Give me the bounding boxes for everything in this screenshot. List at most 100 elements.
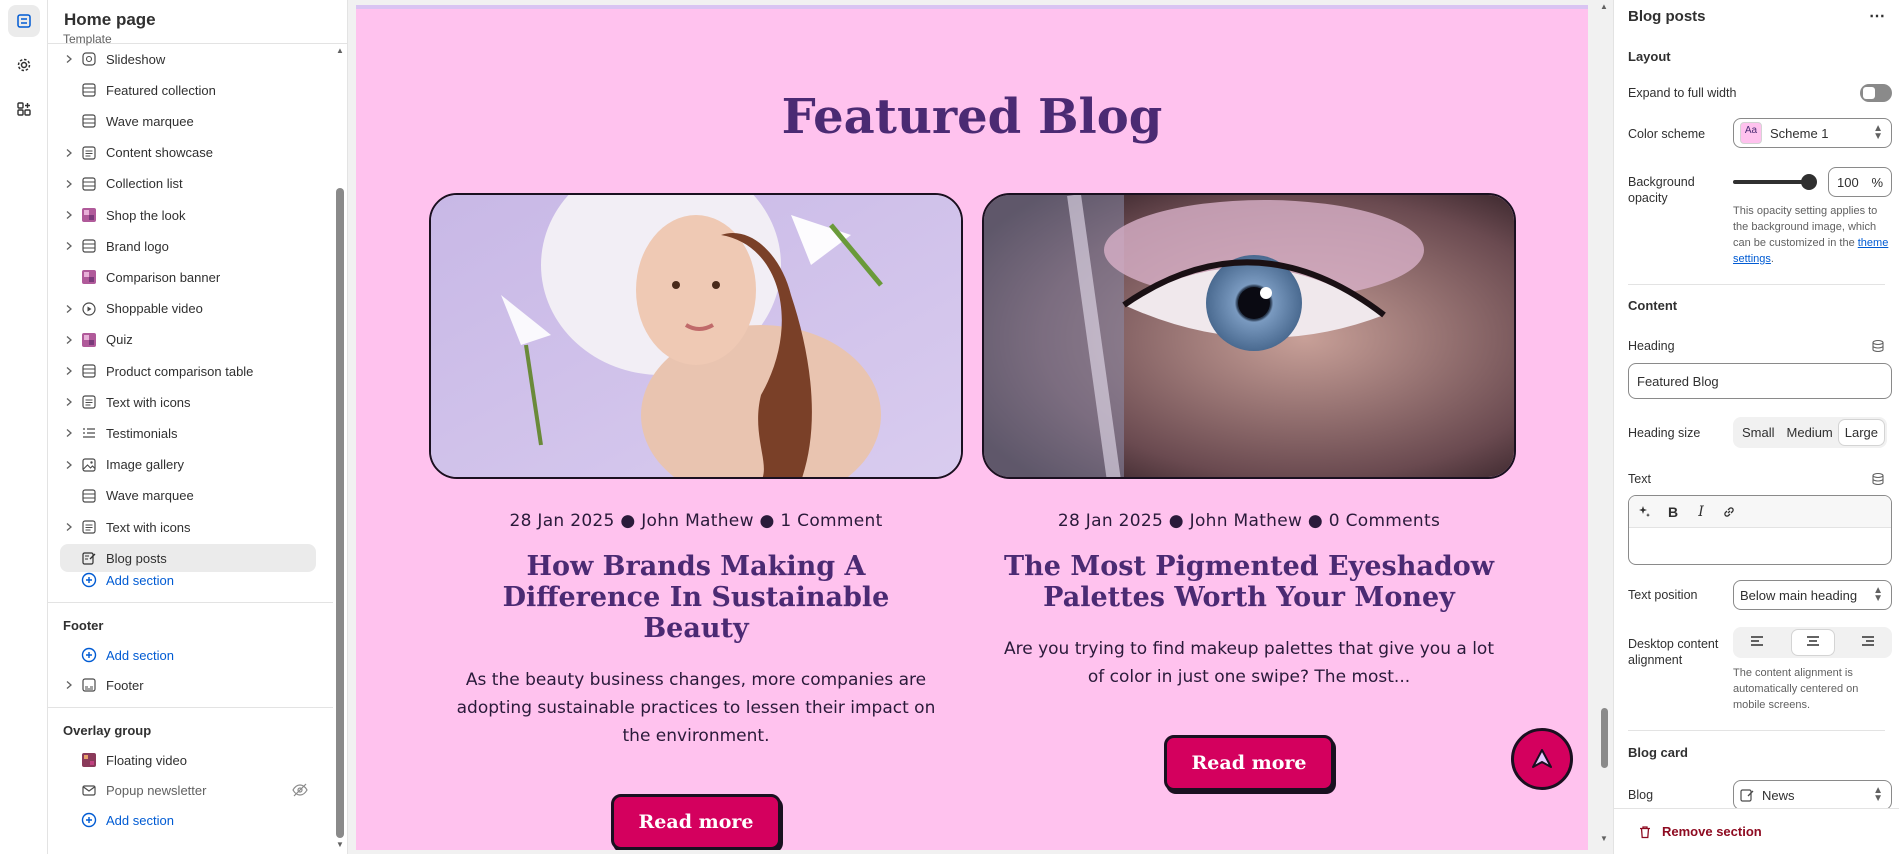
sidebar-item-popup-newsletter[interactable]: Popup newsletter [60, 776, 316, 804]
sidebar-scrollbar[interactable]: ▲ ▼ [336, 46, 344, 849]
bg-opacity-input[interactable]: 100 % [1828, 167, 1892, 197]
scroll-to-top-button[interactable] [1511, 728, 1573, 790]
chevron-right-icon[interactable] [60, 335, 78, 345]
chevron-right-icon[interactable] [60, 210, 78, 220]
sidebar-item-comparison-banner[interactable]: Comparison banner [60, 263, 316, 291]
chevron-right-icon[interactable] [60, 397, 78, 407]
heading-input[interactable]: Featured Blog [1628, 363, 1892, 399]
sidebar-item-product-comparison-table[interactable]: Product comparison table [60, 357, 316, 385]
chevron-right-icon[interactable] [60, 241, 78, 251]
image-icon [80, 456, 98, 474]
scroll-down-arrow-icon[interactable]: ▼ [1600, 834, 1608, 843]
overlay-group-title: Overlay group [63, 723, 152, 738]
chevron-right-icon[interactable] [60, 179, 78, 189]
chevron-right-icon[interactable] [60, 148, 78, 158]
blog-label: Blog [1628, 788, 1654, 802]
sidebar-scroll-thumb[interactable] [336, 188, 344, 838]
blog-card[interactable]: 28 Jan 2025 ● John Mathew ● 0 Comments T… [982, 193, 1516, 791]
content-heading: Content [1628, 298, 1678, 313]
select-arrows-icon: ▲ ▼ [1873, 123, 1883, 142]
sidebar-item-text-with-icons[interactable]: Text with icons [60, 388, 316, 416]
apps-nav-button[interactable] [8, 93, 40, 125]
chevron-right-icon[interactable] [60, 680, 78, 690]
sidebar-item-content-showcase[interactable]: Content showcase [60, 139, 316, 167]
blog-card[interactable]: 28 Jan 2025 ● John Mathew ● 1 Comment Ho… [429, 193, 963, 850]
sidebar-item-quiz[interactable]: Quiz [60, 326, 316, 354]
blog-card-title[interactable]: The Most Pigmented Eyeshadow Palettes Wo… [982, 551, 1516, 613]
bold-icon[interactable]: B [1665, 504, 1681, 520]
settings-nav-button[interactable] [8, 49, 40, 81]
list-icon [80, 424, 98, 442]
footer-group-title: Footer [63, 618, 104, 633]
alignment-segmented [1733, 627, 1892, 658]
sidebar-item-label: Wave marquee [106, 113, 194, 129]
scroll-down-arrow-icon[interactable]: ▼ [336, 840, 344, 849]
align-right-icon[interactable] [1847, 630, 1889, 655]
sidebar-item-image-gallery[interactable]: Image gallery [60, 451, 316, 479]
chevron-right-icon[interactable] [60, 366, 78, 376]
sidebar-item-wave-marquee[interactable]: Wave marquee [60, 107, 316, 135]
color-scheme-select[interactable]: Aa Scheme 1 ▲ ▼ [1733, 118, 1892, 148]
mail-icon [80, 781, 98, 799]
dynamic-source-icon[interactable] [1871, 339, 1885, 353]
chevron-right-icon[interactable] [60, 428, 78, 438]
sections-nav-button[interactable] [8, 5, 40, 37]
chevron-right-icon[interactable] [60, 304, 78, 314]
link-icon[interactable] [1721, 504, 1737, 520]
bg-opacity-slider-handle[interactable] [1801, 174, 1817, 190]
more-options-icon[interactable]: ⋯ [1869, 6, 1885, 26]
chevron-right-icon[interactable] [60, 460, 78, 470]
add-section-template[interactable]: Add section [60, 566, 316, 594]
blog-section-heading: Featured Blog [781, 89, 1163, 145]
text-block-icon [80, 518, 98, 536]
sidebar-item-floating-video[interactable]: Floating video [60, 746, 316, 774]
ai-sparkle-icon[interactable] [1637, 504, 1653, 520]
sidebar-item-testimonials[interactable]: Testimonials [60, 419, 316, 447]
heading-size-small[interactable]: Small [1736, 420, 1781, 445]
read-more-button[interactable]: Read more [1164, 735, 1334, 791]
blog-card-image[interactable] [982, 193, 1516, 479]
blog-card-excerpt: As the beauty business changes, more com… [456, 670, 936, 746]
blog-card-image[interactable] [429, 193, 963, 479]
sidebar-item-featured-collection[interactable]: Featured collection [60, 76, 316, 104]
blog-select[interactable]: News ▲ ▼ [1733, 780, 1892, 810]
sidebar-item-collection-list[interactable]: Collection list [60, 170, 316, 198]
scroll-up-arrow-icon[interactable]: ▲ [1600, 2, 1608, 11]
add-section-footer[interactable]: Add section [60, 641, 316, 669]
align-center-icon[interactable] [1791, 630, 1834, 655]
bg-opacity-slider-track[interactable] [1733, 180, 1808, 184]
text-position-select[interactable]: Below main heading ▲ ▼ [1733, 580, 1892, 610]
sidebar-item-shoppable-video[interactable]: Shoppable video [60, 295, 316, 323]
alignment-help: The content alignment is automatically c… [1733, 667, 1859, 711]
sidebar-item-shop-the-look[interactable]: Shop the look [60, 201, 316, 229]
preview-scroll-thumb[interactable] [1601, 708, 1608, 768]
heading-size-label: Heading size [1628, 426, 1701, 440]
heading-size-medium[interactable]: Medium [1781, 420, 1839, 445]
text-rich-editor[interactable]: B I [1628, 495, 1892, 565]
eye-hidden-icon[interactable] [292, 783, 308, 800]
scroll-up-arrow-icon[interactable]: ▲ [336, 46, 344, 55]
sidebar-item-slideshow[interactable]: Slideshow [60, 45, 316, 73]
sidebar-item-footer[interactable]: Footer [60, 671, 316, 699]
sidebar-item-brand-logo[interactable]: Brand logo [60, 232, 316, 260]
expand-full-width-toggle[interactable] [1860, 84, 1892, 102]
preview-scrollbar[interactable]: ▲ ▼ [1597, 0, 1611, 854]
chevron-right-icon[interactable] [60, 522, 78, 532]
sidebar-item-label: Shoppable video [106, 301, 203, 317]
sidebar-item-wave-marquee[interactable]: Wave marquee [60, 482, 316, 510]
text-block-icon [80, 144, 98, 162]
color-scheme-swatch: Aa [1740, 122, 1762, 144]
dynamic-source-icon[interactable] [1871, 472, 1885, 486]
remove-section-button[interactable]: Remove section [1614, 808, 1899, 854]
sidebar-item-text-with-icons[interactable]: Text with icons [60, 513, 316, 541]
heading-size-large[interactable]: Large [1838, 420, 1885, 445]
add-section-overlay[interactable]: Add section [60, 806, 316, 834]
italic-icon[interactable]: I [1693, 504, 1709, 520]
read-more-button[interactable]: Read more [611, 794, 781, 850]
blog-card-meta: 28 Jan 2025 ● John Mathew ● 0 Comments [1057, 511, 1441, 531]
section-icon [80, 487, 98, 505]
chevron-right-icon[interactable] [60, 54, 78, 64]
blog-card-title[interactable]: How Brands Making A Difference In Sustai… [429, 551, 963, 644]
storefront-preview[interactable]: Featured Blog 28 Jan 2025 ● John Mathew … [356, 5, 1588, 850]
align-left-icon[interactable] [1736, 630, 1778, 655]
